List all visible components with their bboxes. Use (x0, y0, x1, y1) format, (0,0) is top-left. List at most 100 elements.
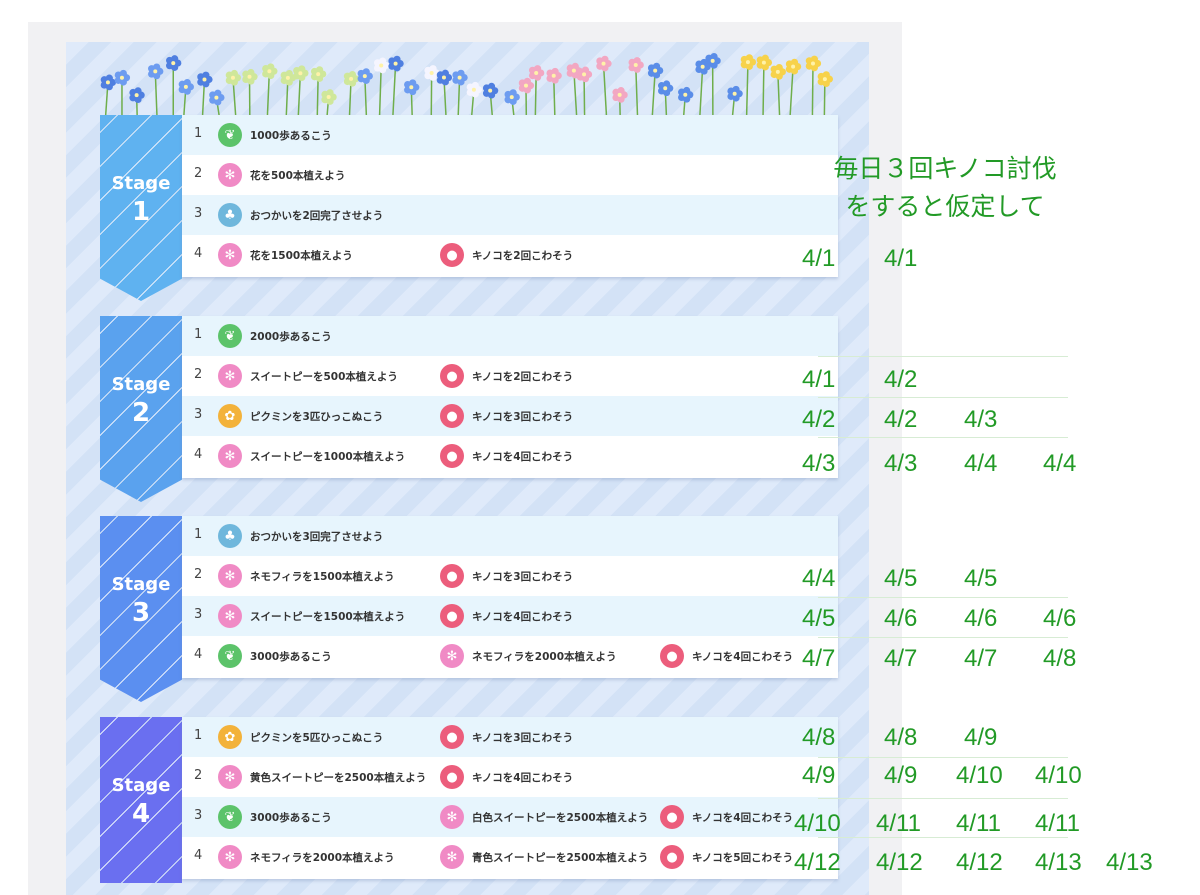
annotation-date: 4/9 (964, 724, 998, 751)
mission-task: ❦ 1000歩あるこう (218, 122, 332, 148)
annotation-date: 4/4 (1043, 450, 1077, 477)
mission-task-text: キノコを4回こわそう (472, 450, 574, 463)
annotation-guide-line (818, 597, 1068, 598)
mission-task: ✻ 花を1500本植えよう (218, 242, 353, 268)
mission-task: ✻ ネモフィラを1500本植えよう (218, 563, 395, 589)
flower-icon: ✻ (218, 163, 242, 187)
mission-row-number: 3 (194, 808, 203, 823)
mission-task: ❦ 3000歩あるこう (218, 643, 332, 669)
annotation-date: 4/4 (802, 565, 836, 592)
mission-task-text: 1000歩あるこう (250, 129, 332, 142)
annotation-date: 4/12 (876, 849, 923, 876)
flower-icon: ✻ (218, 845, 242, 869)
stage-banner: Stage 3 (100, 516, 182, 702)
mission-task-text: 花を1500本植えよう (250, 249, 353, 262)
mission-row-number: 2 (194, 567, 203, 582)
mission-task-text: スイートピーを500本植えよう (250, 370, 398, 383)
tree-icon: ♣ (218, 203, 242, 227)
annotation-date: 4/5 (802, 605, 836, 632)
annotation-date: 4/9 (802, 762, 836, 789)
mission-task: ✻ 白色スイートピーを2500本植えよう (440, 804, 648, 830)
mission-task-text: ネモフィラを1500本植えよう (250, 570, 395, 583)
mission-row-number: 2 (194, 367, 203, 382)
stage-4-card: Stage 4 1 ✿ ピクミンを5匹ひっこぬこう ● キノコを3回こわそう 2 ✻ 黄色スイート… (100, 717, 838, 883)
mission-task: ● キノコを3回こわそう (440, 724, 573, 750)
mission-task-text: スイートピーを1000本植えよう (250, 450, 406, 463)
annotation-guide-line (818, 837, 1068, 838)
flower-icon: ✻ (218, 243, 242, 267)
annotation-date: 4/7 (964, 645, 998, 672)
annotation-date: 4/6 (964, 605, 998, 632)
mission-row-number: 4 (194, 447, 203, 462)
flower-icon: ✻ (440, 644, 464, 668)
stage-number: 3 (131, 598, 151, 628)
footprint-icon: ❦ (218, 123, 242, 147)
flower-icon: ✻ (218, 364, 242, 388)
annotation-guide-line (818, 437, 1068, 438)
mission-task: ● キノコを2回こわそう (440, 242, 573, 268)
mission-task-text: おつかいを3回完了させよう (250, 530, 384, 543)
mission-task-text: 花を500本植えよう (250, 169, 346, 182)
mission-task-text: 2000歩あるこう (250, 330, 332, 343)
mission-row-number: 3 (194, 206, 203, 221)
mission-task: ✻ ネモフィラを2000本植えよう (440, 643, 617, 669)
mission-row: 1 ❦ 2000歩あるこう (182, 316, 838, 356)
annotation-date: 4/6 (884, 605, 918, 632)
annotation-date: 4/5 (964, 565, 998, 592)
annotation-note-line1: 毎日３回キノコ討伐 (833, 155, 1057, 183)
mission-row: 2 ✻ ネモフィラを1500本植えよう ● キノコを3回こわそう (182, 556, 838, 596)
flower-icon: ✻ (218, 564, 242, 588)
mushroom-icon: ● (660, 845, 684, 869)
mushroom-icon: ● (440, 404, 464, 428)
mission-task-text: 青色スイートピーを2500本植えよう (472, 851, 649, 864)
mission-row-number: 4 (194, 246, 203, 261)
mission-task: ✻ 黄色スイートピーを2500本植えよう (218, 764, 426, 790)
mission-row: 1 ❦ 1000歩あるこう (182, 115, 838, 155)
mission-task: ✻ 花を500本植えよう (218, 162, 345, 188)
stage-2-card: Stage 2 1 ❦ 2000歩あるこう 2 ✻ スイートピーを500本植えよう ● キノコを2… (100, 316, 838, 502)
annotation-date: 4/3 (964, 406, 998, 433)
annotation-date: 4/2 (884, 366, 918, 393)
annotation-guide-line (818, 356, 1068, 357)
flower-icon: ✻ (218, 444, 242, 468)
stage-number: 4 (131, 799, 151, 829)
annotation-date: 4/1 (884, 245, 918, 272)
mushroom-icon: ● (660, 805, 684, 829)
annotation-date: 4/11 (956, 810, 1001, 837)
mission-row: 4 ✻ スイートピーを1000本植えよう ● キノコを4回こわそう (182, 436, 838, 476)
mission-task-text: キノコを2回こわそう (472, 370, 574, 383)
annotation-guide-line (818, 397, 1068, 398)
flower-icon: ✻ (440, 845, 464, 869)
mission-row: 4 ❦ 3000歩あるこう ✻ ネモフィラを2000本植えよう ● キノコを4回こわそう (182, 636, 838, 676)
mission-row: 1 ✿ ピクミンを5匹ひっこぬこう ● キノコを3回こわそう (182, 717, 838, 757)
mission-task-text: キノコを3回こわそう (472, 410, 574, 423)
mission-task-text: おつかいを2回完了させよう (250, 209, 384, 222)
annotation-date: 4/8 (802, 724, 836, 751)
mission-task: ● キノコを4回こわそう (440, 764, 573, 790)
annotation-date: 4/13 (1106, 849, 1153, 876)
mission-task: ✻ スイートピーを500本植えよう (218, 363, 398, 389)
footprint-icon: ❦ (218, 805, 242, 829)
mission-row: 3 ❦ 3000歩あるこう ✻ 白色スイートピーを2500本植えよう ● キノコを4回こわそ… (182, 797, 838, 837)
mission-task-text: キノコを3回こわそう (472, 731, 574, 744)
mission-row-number: 1 (194, 728, 203, 743)
annotation-date: 4/2 (884, 406, 918, 433)
mission-task: ✻ スイートピーを1000本植えよう (218, 443, 405, 469)
stage-label: Stage (111, 374, 171, 395)
annotation-guide-line (818, 637, 1068, 638)
mission-list: 1 ❦ 1000歩あるこう 2 ✻ 花を500本植えよう 3 ♣ おつかいを2回完了させよう 4 ✻… (182, 115, 838, 277)
mission-task: ✿ ピクミンを5匹ひっこぬこう (218, 724, 383, 750)
footprint-icon: ❦ (218, 644, 242, 668)
mission-task: ● キノコを3回こわそう (440, 563, 573, 589)
mushroom-icon: ● (440, 604, 464, 628)
flower-icon: ✻ (440, 805, 464, 829)
mission-task-text: 白色スイートピーを2500本植えよう (472, 811, 649, 824)
flower-icon: ✻ (218, 604, 242, 628)
mission-row-number: 1 (194, 126, 203, 141)
mission-row-number: 1 (194, 327, 203, 342)
mission-list: 1 ❦ 2000歩あるこう 2 ✻ スイートピーを500本植えよう ● キノコを2回こわそう 3… (182, 316, 838, 478)
mission-task: ● キノコを4回こわそう (440, 603, 573, 629)
annotation-date: 4/10 (1035, 762, 1082, 789)
mission-task-text: キノコを3回こわそう (472, 570, 574, 583)
annotation-date: 4/8 (884, 724, 918, 751)
